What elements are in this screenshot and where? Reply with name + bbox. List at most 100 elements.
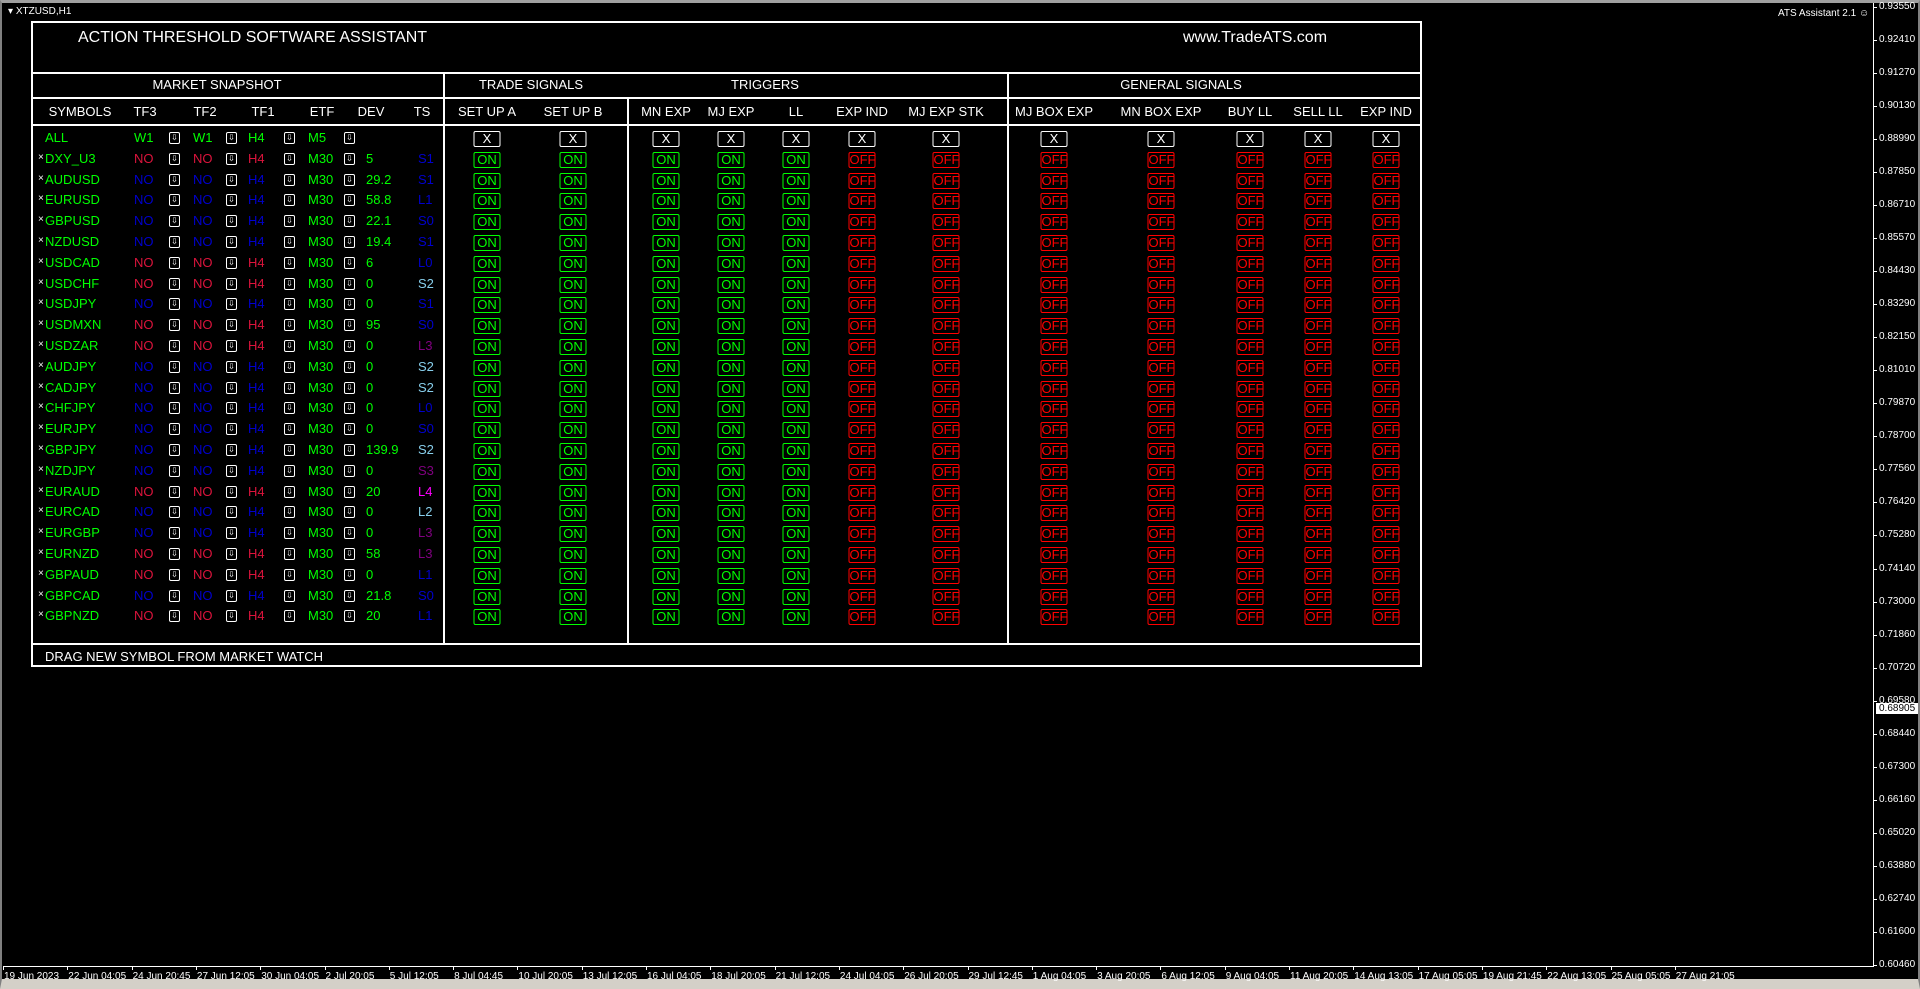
signal-toggle-on[interactable]: ON	[717, 567, 745, 584]
signal-toggle-off[interactable]: OFF	[848, 359, 876, 376]
signal-toggle-off[interactable]: OFF	[1372, 214, 1400, 231]
signal-toggle-off[interactable]: OFF	[1304, 588, 1332, 605]
symbol-name[interactable]: GBPAUD	[45, 567, 99, 582]
signal-toggle-off[interactable]: OFF	[1147, 297, 1175, 314]
signal-toggle-off[interactable]: OFF	[932, 276, 960, 293]
down-arrow-icon[interactable]: ⇩	[284, 444, 295, 456]
down-arrow-icon[interactable]: ⇩	[344, 298, 355, 311]
down-arrow-icon[interactable]: ⇩	[226, 319, 237, 332]
down-arrow-icon[interactable]: ⇩	[169, 173, 180, 186]
signal-toggle-on[interactable]: ON	[473, 193, 501, 210]
signal-toggle-off[interactable]: OFF	[1147, 505, 1175, 522]
signal-toggle-on[interactable]: ON	[559, 547, 587, 563]
signal-toggle-on[interactable]: ON	[473, 401, 501, 418]
signal-toggle-on[interactable]: ON	[473, 359, 501, 376]
signal-toggle-off[interactable]: OFF	[1372, 567, 1400, 584]
signal-toggle-on[interactable]: ON	[652, 443, 680, 459]
signal-toggle-on[interactable]: ON	[559, 463, 587, 480]
remove-symbol-icon[interactable]: ×	[38, 505, 44, 516]
symbol-name[interactable]: GBPCAD	[45, 588, 100, 603]
signal-toggle-off[interactable]: OFF	[1236, 214, 1264, 231]
signal-toggle-off[interactable]: OFF	[1304, 359, 1332, 376]
symbol-name[interactable]: EURUSD	[45, 192, 100, 207]
signal-toggle-off[interactable]: OFF	[1304, 297, 1332, 314]
down-arrow-icon[interactable]: ⇩	[344, 194, 355, 207]
down-arrow-icon[interactable]: ⇩	[284, 402, 295, 415]
signal-toggle-on[interactable]: ON	[717, 588, 745, 605]
remove-symbol-icon[interactable]: ×	[38, 609, 44, 620]
signal-toggle-off[interactable]: OFF	[932, 339, 960, 355]
signal-toggle-off[interactable]: OFF	[1372, 588, 1400, 605]
signal-toggle-off[interactable]: OFF	[1147, 609, 1175, 626]
signal-toggle-off[interactable]: OFF	[932, 422, 960, 439]
symbol-name[interactable]: NZDJPY	[45, 463, 96, 478]
signal-toggle-off[interactable]: OFF	[848, 297, 876, 314]
signal-toggle-off[interactable]: OFF	[1040, 276, 1068, 293]
signal-toggle-on[interactable]: ON	[782, 422, 810, 439]
down-arrow-icon[interactable]: ⇩	[344, 548, 355, 560]
down-arrow-icon[interactable]: ⇩	[169, 548, 180, 560]
symbol-name[interactable]: USDCHF	[45, 276, 99, 291]
signal-toggle-off[interactable]: OFF	[1372, 318, 1400, 335]
down-arrow-icon[interactable]: ⇩	[284, 319, 295, 332]
down-arrow-icon[interactable]: ⇩	[344, 173, 355, 186]
signal-toggle-off[interactable]: OFF	[1040, 235, 1068, 251]
down-arrow-icon[interactable]: ⇩	[169, 381, 180, 394]
signal-toggle-off[interactable]: OFF	[1147, 359, 1175, 376]
signal-toggle-on[interactable]: ON	[717, 422, 745, 439]
signal-toggle-off[interactable]: OFF	[1236, 567, 1264, 584]
signal-toggle-off[interactable]: OFF	[1040, 609, 1068, 626]
down-arrow-icon[interactable]: ⇩	[169, 423, 180, 436]
signal-toggle-off[interactable]: OFF	[932, 359, 960, 376]
down-arrow-icon[interactable]: ⇩	[169, 527, 180, 540]
remove-symbol-icon[interactable]: ×	[38, 235, 44, 246]
symbol-name[interactable]: EURJPY	[45, 421, 96, 436]
signal-toggle-off[interactable]: OFF	[848, 443, 876, 459]
signal-toggle-on[interactable]: ON	[782, 443, 810, 459]
signal-toggle-on[interactable]: ON	[652, 235, 680, 251]
down-arrow-icon[interactable]: ⇩	[169, 340, 180, 352]
remove-symbol-icon[interactable]: ×	[38, 422, 44, 433]
signal-toggle-on[interactable]: ON	[652, 526, 680, 543]
signal-toggle-on[interactable]: ON	[717, 463, 745, 480]
signal-toggle-off[interactable]: OFF	[932, 567, 960, 584]
signal-toggle-on[interactable]: ON	[782, 463, 810, 480]
signal-toggle-on[interactable]: ON	[782, 359, 810, 376]
down-arrow-icon[interactable]: ⇩	[169, 152, 180, 165]
signal-toggle-off[interactable]: OFF	[932, 401, 960, 418]
remove-symbol-icon[interactable]: ×	[38, 485, 44, 496]
signal-toggle-off[interactable]: OFF	[1040, 318, 1068, 335]
signal-toggle-on[interactable]: ON	[559, 151, 587, 168]
signal-toggle-on[interactable]: ON	[717, 151, 745, 168]
signal-toggle-on[interactable]: ON	[473, 380, 501, 397]
down-arrow-icon[interactable]: ⇩	[284, 527, 295, 540]
signal-toggle-off[interactable]: OFF	[1304, 505, 1332, 522]
signal-toggle-off[interactable]: OFF	[932, 505, 960, 522]
signal-toggle-on[interactable]: ON	[717, 276, 745, 293]
signal-toggle-on[interactable]: ON	[559, 255, 587, 272]
signal-toggle-off[interactable]: OFF	[848, 484, 876, 501]
down-arrow-icon[interactable]: ⇩	[344, 589, 355, 602]
signal-toggle-off[interactable]: OFF	[1236, 422, 1264, 439]
signal-toggle-off[interactable]: OFF	[1236, 505, 1264, 522]
signal-toggle-off[interactable]: OFF	[1304, 172, 1332, 189]
signal-toggle-off[interactable]: OFF	[848, 401, 876, 418]
symbol-name[interactable]: AUDJPY	[45, 359, 96, 374]
signal-toggle-off[interactable]: OFF	[1372, 276, 1400, 293]
down-arrow-icon[interactable]: ⇩	[344, 340, 355, 352]
signal-toggle-off[interactable]: OFF	[932, 463, 960, 480]
down-arrow-icon[interactable]: ⇩	[284, 485, 295, 498]
signal-toggle-off[interactable]: OFF	[1147, 463, 1175, 480]
down-arrow-icon[interactable]: ⇩	[344, 152, 355, 165]
down-arrow-icon[interactable]: ⇩	[344, 610, 355, 623]
signal-toggle-on[interactable]: ON	[559, 339, 587, 355]
signal-toggle-on[interactable]: ON	[652, 255, 680, 272]
signal-toggle-on[interactable]: ON	[473, 318, 501, 335]
signal-toggle-off[interactable]: OFF	[848, 235, 876, 251]
signal-toggle-on[interactable]: ON	[473, 422, 501, 439]
signal-toggle-on[interactable]: ON	[473, 172, 501, 189]
signal-toggle-on[interactable]: ON	[473, 276, 501, 293]
symbol-name[interactable]: USDCAD	[45, 255, 100, 270]
down-arrow-icon[interactable]: ⇩	[226, 485, 237, 498]
signal-toggle-on[interactable]: ON	[782, 318, 810, 335]
